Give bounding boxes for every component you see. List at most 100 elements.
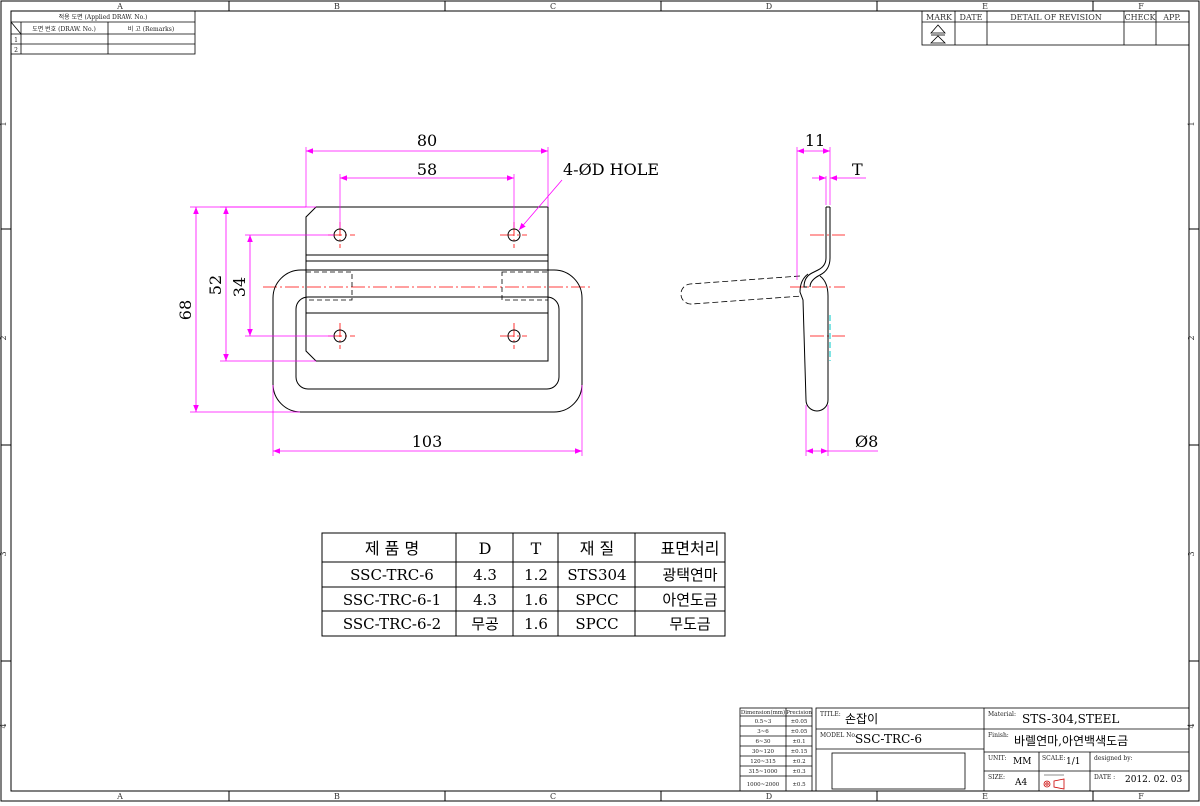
spec-cell: SSC-TRC-6-1 [343, 591, 441, 609]
tol-cell: 1000~2000 [747, 782, 780, 788]
spec-cell: 4.3 [473, 566, 497, 584]
finish-label: Finish: [988, 732, 1009, 739]
title-value: 손잡이 [845, 712, 878, 726]
side-profile [799, 206, 831, 412]
tol-cell: ±0.3 [792, 769, 806, 775]
spec-cell: 1.6 [524, 615, 548, 633]
side-centerlines [790, 234, 845, 337]
tol-cell: 6~30 [755, 739, 771, 745]
tol-cell: 120~315 [750, 759, 776, 765]
dim-t-label: T [852, 160, 863, 179]
side-handle-phantom [680, 275, 803, 305]
spec-cell: 무공 [471, 615, 499, 633]
spec-cell: 4.3 [473, 591, 497, 609]
designed-label: designed by: [1094, 755, 1133, 762]
zone-top-d: D [766, 2, 772, 11]
zone-top-b: B [334, 2, 340, 11]
revision-table: MARK DATE DETAIL OF REVISION CHECK APP. [921, 10, 1190, 46]
dim-dia8-label: Ø8 [855, 432, 878, 451]
side-extension-lines [796, 147, 831, 456]
spec-cell: 아연도금 [662, 591, 717, 609]
model-value: SSC-TRC-6 [855, 732, 922, 746]
dim-11-label: 11 [805, 131, 825, 150]
spec-cell: 무도금 [669, 615, 711, 633]
spec-cell: SSC-TRC-6-2 [343, 615, 441, 633]
zone-right-3: 3 [1187, 551, 1196, 556]
zone-left-4: 4 [0, 723, 8, 728]
tol-header-dim: Dimension(mm) [741, 709, 785, 716]
title-label: TITLE: [820, 711, 841, 718]
tol-header-prec: Precision [786, 710, 812, 716]
unit-label: UNIT: [988, 755, 1007, 762]
scale-value: 1/1 [1066, 757, 1080, 767]
tolerance-table: Dimension(mm) Precision 0.5~3 ±0.05 3~6 … [739, 707, 813, 792]
material-value: STS-304,STEEL [1022, 712, 1119, 726]
revision-app-header: APP. [1162, 13, 1180, 22]
tol-cell: ±0.15 [791, 749, 808, 755]
zone-bottom-a: A [116, 792, 123, 801]
spec-header-material: 재 질 [580, 539, 615, 558]
zone-bottom-c: C [550, 792, 556, 801]
dim-80-label: 80 [417, 131, 437, 150]
applied-table-title: 적용 도면 (Applied DRAW. No.) [59, 13, 148, 21]
tol-cell: 30~120 [752, 749, 775, 755]
zone-bottom-e: E [982, 792, 988, 801]
zone-top-a: A [116, 2, 123, 11]
zone-left-1: 1 [0, 121, 8, 126]
hole-callout-label: 4-ØD HOLE [563, 160, 659, 179]
applied-table-col-remarks: 비 고 (Remarks) [128, 25, 174, 33]
sheet-border [0, 0, 1200, 802]
dim-58-label: 58 [417, 160, 437, 179]
tol-cell: ±0.2 [792, 759, 805, 765]
spec-cell: SSC-TRC-6 [350, 566, 434, 584]
applied-table-row-1: 1 [14, 37, 18, 44]
tol-cell: ±0.5 [792, 782, 806, 788]
zone-right-1: 1 [1187, 121, 1196, 126]
front-hinge-hidden [305, 271, 549, 301]
model-label: MODEL No. [820, 732, 857, 739]
tol-cell: ±0.05 [791, 729, 808, 735]
zone-bottom-f: F [1138, 792, 1144, 801]
tol-cell: ±0.1 [792, 739, 805, 745]
dim-52-label: 52 [206, 275, 225, 295]
front-holes [333, 228, 521, 343]
spec-header-t: T [531, 539, 542, 558]
unit-value: MM [1013, 757, 1031, 767]
zone-labels: A B C D E F A B C D E F 1 2 3 4 1 2 3 4 [0, 2, 1196, 801]
side-view: 11 T Ø8 [680, 131, 878, 456]
zone-left-3: 3 [0, 551, 8, 556]
revision-check-header: CHECK [1124, 13, 1156, 22]
spec-cell: SPCC [575, 615, 618, 633]
date-label: DATE : [1094, 774, 1115, 781]
front-dimension-lines [193, 148, 582, 454]
spec-table: 제 품 명 D T 재 질 표면처리 SSC-TRC-6 4.3 1.2 STS… [321, 532, 726, 637]
dim-68-label: 68 [176, 300, 195, 320]
spec-cell: 1.2 [524, 566, 548, 584]
spec-header-name: 제 품 명 [365, 539, 419, 558]
spec-cell: STS304 [567, 566, 626, 584]
tol-cell: ±0.05 [791, 719, 808, 725]
revision-date-header: DATE [960, 13, 983, 22]
size-value: A4 [1014, 778, 1027, 788]
applied-table-row-2: 2 [14, 47, 18, 54]
projection-symbol-icon [1043, 774, 1065, 790]
spec-cell: 광택연마 [662, 566, 717, 584]
tol-cell: 315~1000 [748, 769, 778, 775]
front-centerlines [263, 222, 590, 349]
size-label: SIZE: [988, 774, 1005, 781]
date-value: 2012. 02. 03 [1125, 775, 1183, 785]
tol-cell: 3~6 [757, 729, 769, 735]
zone-right-2: 2 [1187, 335, 1196, 340]
drawing-sheet: A B C D E F A B C D E F 1 2 3 4 1 2 3 4 … [0, 0, 1200, 802]
tol-cell: 0.5~3 [755, 719, 772, 725]
revision-detail-header: DETAIL OF REVISION [1010, 13, 1102, 22]
zone-right-4: 4 [1187, 723, 1196, 728]
applied-drawing-table: 적용 도면 (Applied DRAW. No.) 도면 번호 (DRAW. N… [10, 10, 196, 55]
revision-triangle-icon [930, 24, 946, 44]
scale-label: SCALE: [1042, 755, 1065, 762]
zone-top-c: C [550, 2, 556, 11]
zone-left-2: 2 [0, 335, 8, 340]
spec-cell: SPCC [575, 591, 618, 609]
spec-cell: 1.6 [524, 591, 548, 609]
finish-value: 바렐연마,아연백색도금 [1014, 734, 1128, 748]
